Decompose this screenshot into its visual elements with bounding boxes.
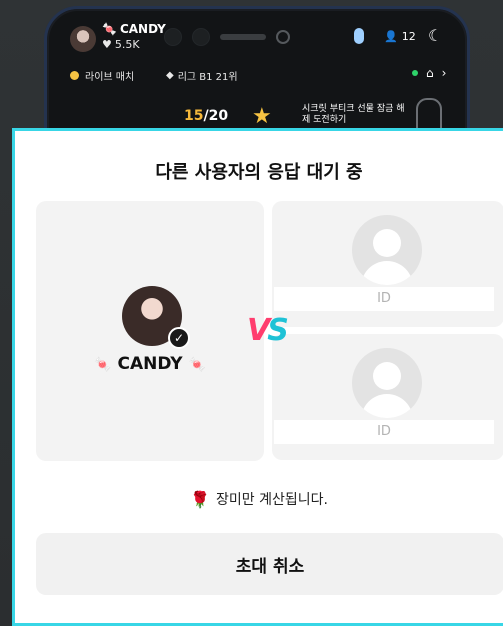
star-icon: ★	[252, 104, 272, 129]
mission-counter: 15/20	[184, 108, 229, 124]
phone-notch	[164, 28, 290, 46]
cancel-invite-button[interactable]: 초대 취소	[36, 533, 503, 595]
waiting-modal: 다른 사용자의 응답 대기 중 ✓ 🍬 CANDY 🍬 ID ID VS 🌹 장…	[12, 128, 503, 626]
viewer-count[interactable]: 👤 12	[384, 30, 416, 43]
avatar-head	[373, 229, 401, 257]
verified-check-icon: ✓	[168, 327, 190, 349]
online-indicator-icon	[412, 70, 418, 76]
candy-icon: 🍬	[188, 357, 206, 373]
host-likes: ♥ 5.5K	[102, 38, 140, 51]
vs-badge: VS	[247, 313, 289, 348]
opponent-slot-2: ID	[272, 334, 503, 460]
opponent-slot-1: ID	[272, 201, 503, 327]
opponent-id-label: ID	[274, 420, 494, 444]
heart-icon: ♥	[102, 38, 112, 51]
avatar-body	[361, 261, 413, 285]
notch-dot	[164, 28, 182, 46]
my-panel: ✓ 🍬 CANDY 🍬	[36, 201, 264, 461]
diamond-icon: ◆	[166, 70, 174, 81]
my-name: 🍬 CANDY 🍬	[94, 354, 206, 374]
blue-badge	[354, 28, 364, 44]
top-right-icons: ⌂ ›	[412, 66, 446, 80]
person-icon: 👤	[384, 30, 398, 43]
avatar-body	[361, 394, 413, 418]
live-match-label[interactable]: 라이브 매치	[70, 68, 134, 83]
coin-icon	[70, 71, 79, 80]
league-label[interactable]: ◆ 리그 B1 21위	[166, 68, 238, 83]
camera-icon	[276, 30, 290, 44]
avatar-head	[373, 362, 401, 390]
notice-text: 🌹 장미만 계산됩니다.	[190, 489, 328, 509]
candy-icon: 🍬	[94, 357, 112, 373]
notch-dot	[192, 28, 210, 46]
moon-icon[interactable]: ☾	[428, 26, 442, 45]
modal-title: 다른 사용자의 응답 대기 중	[155, 162, 363, 183]
empty-avatar-icon	[352, 348, 422, 418]
empty-avatar-icon	[352, 215, 422, 285]
home-icon[interactable]: ⌂	[426, 66, 434, 80]
rose-icon: 🌹	[190, 489, 210, 509]
opponent-id-label: ID	[274, 287, 494, 311]
promo-text[interactable]: 시크릿 부티크 선물 잠금 해제 도전하기	[302, 104, 412, 126]
candy-icon: 🍬	[102, 22, 117, 36]
tower-icon	[416, 98, 442, 132]
chevron-right-icon[interactable]: ›	[442, 66, 447, 80]
host-name[interactable]: 🍬 CANDY	[102, 22, 166, 36]
host-avatar[interactable]	[70, 26, 96, 52]
speaker	[220, 34, 266, 40]
